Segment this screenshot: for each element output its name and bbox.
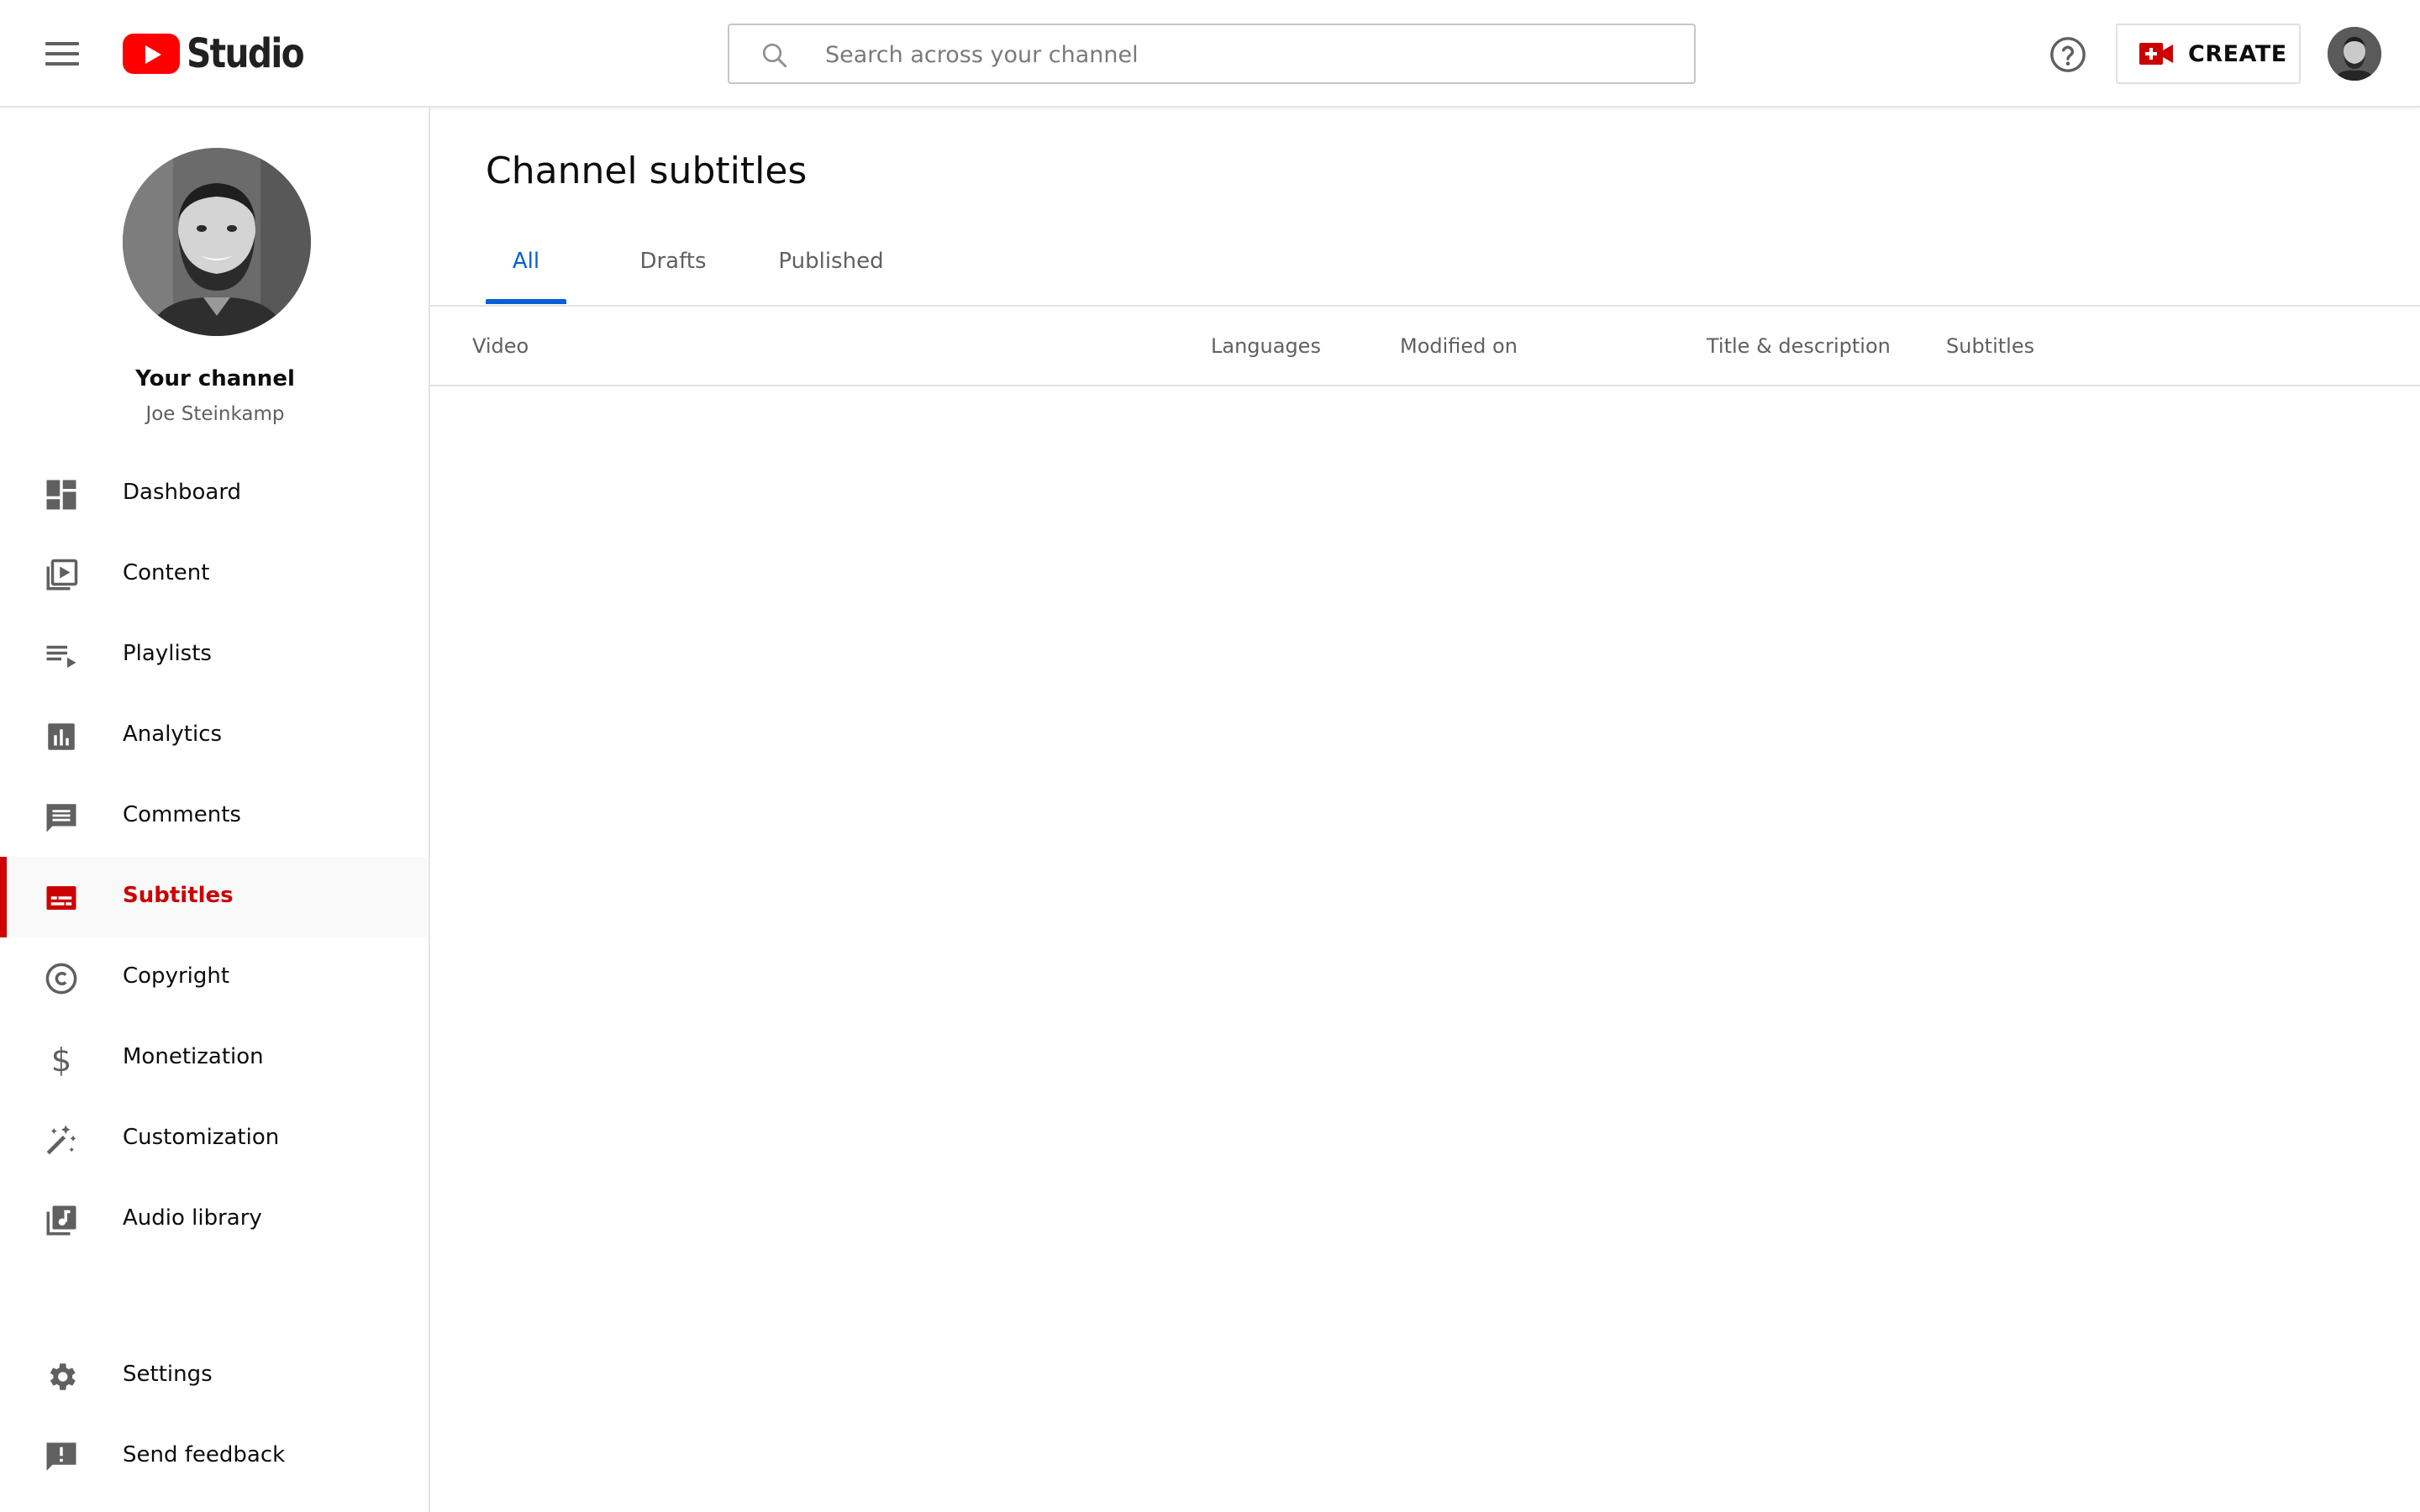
audio-library-icon <box>46 1205 76 1236</box>
customization-icon <box>46 1125 76 1155</box>
channel-title: Your channel <box>135 366 295 391</box>
sidebar-item-label: Analytics <box>123 722 223 747</box>
sidebar-item-subtitles[interactable]: Subtitles <box>0 857 429 937</box>
sidebar: Your channel Joe Steinkamp Dashboard Con… <box>0 108 430 1512</box>
create-label: CREATE <box>2188 40 2287 67</box>
column-header-modified-on[interactable]: Modified on <box>1400 334 1518 358</box>
column-header-title-description[interactable]: Title & description <box>1707 334 1891 358</box>
top-bar: Studio CREATE <box>0 0 2420 108</box>
column-header-subtitles[interactable]: Subtitles <box>1946 334 2034 358</box>
tab-label: Published <box>778 249 884 274</box>
column-header-languages[interactable]: Languages <box>1211 334 1321 358</box>
svg-text:$: $ <box>51 1042 72 1077</box>
search-box[interactable] <box>728 24 1696 84</box>
sidebar-item-dashboard[interactable]: Dashboard <box>0 454 429 534</box>
tab-all[interactable]: All <box>486 249 566 306</box>
active-tab-indicator <box>486 299 566 304</box>
account-photo <box>2328 27 2381 81</box>
sidebar-item-copyright[interactable]: Copyright <box>0 937 429 1018</box>
youtube-play-icon <box>123 34 180 74</box>
divider <box>430 305 2420 307</box>
channel-avatar[interactable] <box>123 148 311 336</box>
column-header-video[interactable]: Video <box>472 334 529 358</box>
content-icon <box>46 559 78 591</box>
search-icon <box>762 43 787 68</box>
channel-photo <box>123 148 311 336</box>
sidebar-item-customization[interactable]: Customization <box>0 1099 429 1179</box>
sidebar-item-audio-library[interactable]: Audio library <box>0 1179 429 1260</box>
sidebar-item-comments[interactable]: Comments <box>0 776 429 857</box>
logo-text: Studio <box>187 30 305 77</box>
sidebar-item-label: Send feedback <box>123 1442 286 1467</box>
tab-label: Drafts <box>639 249 707 274</box>
monetization-icon: $ <box>51 1042 72 1077</box>
divider <box>430 385 2420 386</box>
sidebar-item-content[interactable]: Content <box>0 534 429 615</box>
help-icon[interactable] <box>2049 35 2087 74</box>
dashboard-icon <box>46 480 76 510</box>
sidebar-item-label: Subtitles <box>123 883 234 908</box>
page-title: Channel subtitles <box>486 150 808 192</box>
menu-icon[interactable] <box>45 42 79 66</box>
tab-published[interactable]: Published <box>770 249 892 306</box>
sidebar-item-playlists[interactable]: Playlists <box>0 615 429 696</box>
gear-icon <box>50 1363 76 1390</box>
studio-logo[interactable]: Studio <box>123 30 324 77</box>
account-avatar[interactable] <box>2328 27 2381 81</box>
copyright-icon <box>45 963 77 995</box>
sidebar-item-label: Dashboard <box>123 480 242 505</box>
channel-name: Joe Steinkamp <box>145 403 285 425</box>
sidebar-item-label: Playlists <box>123 641 212 666</box>
create-button[interactable]: CREATE <box>2116 24 2301 84</box>
playlists-icon <box>46 645 76 668</box>
sidebar-item-send-feedback[interactable]: Send feedback <box>0 1416 429 1497</box>
sidebar-item-label: Copyright <box>123 963 230 989</box>
sidebar-item-label: Monetization <box>123 1044 264 1069</box>
sidebar-item-monetization[interactable]: $ Monetization <box>0 1018 429 1099</box>
video-camera-plus-icon <box>2139 43 2173 65</box>
tab-label: All <box>512 249 540 274</box>
search-input[interactable] <box>823 25 1667 84</box>
subtitles-icon <box>46 886 76 910</box>
sidebar-item-label: Customization <box>123 1125 280 1150</box>
sidebar-item-label: Audio library <box>123 1205 262 1231</box>
tab-drafts[interactable]: Drafts <box>630 249 716 306</box>
sidebar-item-label: Content <box>123 560 210 585</box>
sidebar-item-settings[interactable]: Settings <box>0 1336 429 1416</box>
sidebar-item-label: Comments <box>123 802 241 827</box>
sidebar-item-analytics[interactable]: Analytics <box>0 696 429 776</box>
feedback-icon <box>46 1442 76 1471</box>
sidebar-item-label: Settings <box>123 1362 213 1387</box>
comments-icon <box>46 804 76 832</box>
analytics-icon <box>48 723 75 750</box>
